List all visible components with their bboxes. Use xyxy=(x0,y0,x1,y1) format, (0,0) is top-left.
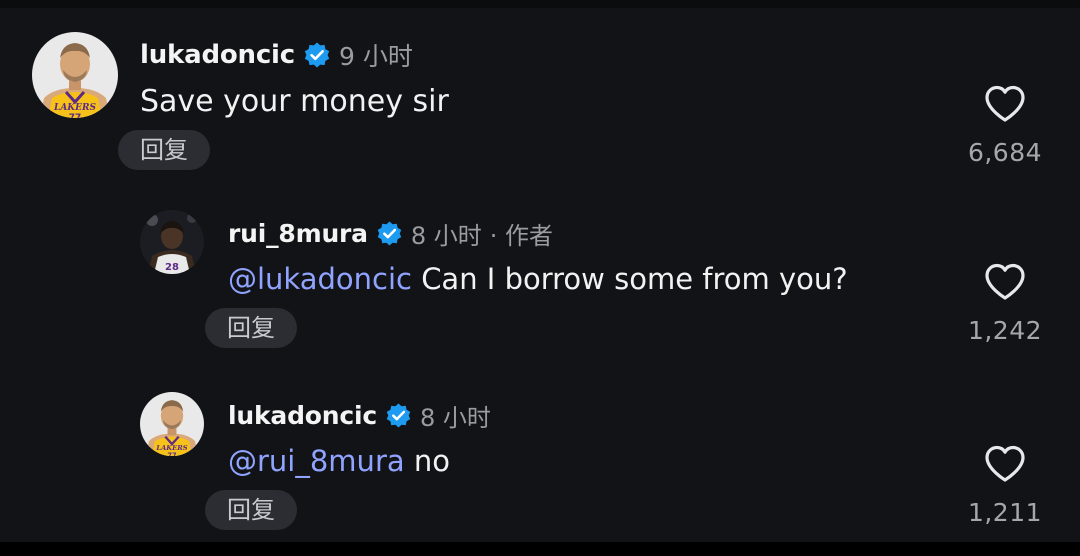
verified-badge-icon xyxy=(385,402,412,429)
comment-header: rui_8mura 8 小时 · 作者 xyxy=(228,216,553,250)
username[interactable]: lukadoncic xyxy=(140,40,295,70)
timestamp: 8 小时 xyxy=(410,221,482,250)
avatar[interactable]: LAKERS 77 xyxy=(32,32,118,118)
timestamp: 8 小时 xyxy=(419,403,491,432)
like-count: 1,242 xyxy=(967,316,1043,345)
comment-reply: LAKERS 77 lukadoncic 8 小时 @rui_8mura no … xyxy=(0,370,1080,542)
mention-link[interactable]: @rui_8mura xyxy=(228,444,405,478)
heart-outline-icon[interactable] xyxy=(983,262,1027,302)
avatar[interactable]: 28 xyxy=(140,210,204,274)
svg-text:28: 28 xyxy=(165,262,179,273)
comment-text: Save your money sir xyxy=(140,84,449,119)
username[interactable]: lukadoncic xyxy=(228,401,377,430)
verified-badge-icon xyxy=(303,41,331,69)
svg-text:77: 77 xyxy=(167,451,177,456)
comment-text: no xyxy=(413,444,450,478)
player-avatar-lakers-28-icon: 28 xyxy=(140,210,204,274)
comment-text-line: @lukadoncic Can I borrow some from you? xyxy=(228,262,848,296)
mention-link[interactable]: @lukadoncic xyxy=(228,262,412,296)
svg-text:77: 77 xyxy=(69,113,82,118)
comment-text-line: Save your money sir xyxy=(140,84,449,119)
reply-button[interactable]: 回复 xyxy=(205,308,297,348)
author-tag: · 作者 xyxy=(489,221,554,250)
reply-button[interactable]: 回复 xyxy=(205,490,297,530)
comment-top-level: LAKERS 77 lukadoncic 9 小时 Save your mone… xyxy=(0,0,1080,190)
comment-header: lukadoncic 9 小时 xyxy=(140,38,413,72)
like-count: 6,684 xyxy=(967,138,1043,167)
heart-outline-icon[interactable] xyxy=(983,84,1027,124)
svg-text:LAKERS: LAKERS xyxy=(53,103,96,113)
comment-header: lukadoncic 8 小时 xyxy=(228,398,491,432)
avatar[interactable]: LAKERS 77 xyxy=(140,392,204,456)
like-count: 1,211 xyxy=(967,498,1043,527)
player-avatar-lakers-77-icon: LAKERS 77 xyxy=(140,392,204,456)
timestamp: 9 小时 xyxy=(338,42,413,71)
like-control: 1,211 xyxy=(955,444,1055,527)
reply-button[interactable]: 回复 xyxy=(118,130,210,170)
username[interactable]: rui_8mura xyxy=(228,219,368,248)
bottom-divider xyxy=(0,542,1080,556)
heart-outline-icon[interactable] xyxy=(983,444,1027,484)
player-avatar-lakers-77-icon: LAKERS 77 xyxy=(32,32,118,118)
comment-reply: 28 rui_8mura 8 小时 · 作者 @lukadoncic Can I… xyxy=(0,190,1080,370)
verified-badge-icon xyxy=(376,220,403,247)
comment-text-line: @rui_8mura no xyxy=(228,444,450,478)
like-control: 6,684 xyxy=(955,84,1055,167)
like-control: 1,242 xyxy=(955,262,1055,345)
comment-text: Can I borrow some from you? xyxy=(421,262,848,296)
